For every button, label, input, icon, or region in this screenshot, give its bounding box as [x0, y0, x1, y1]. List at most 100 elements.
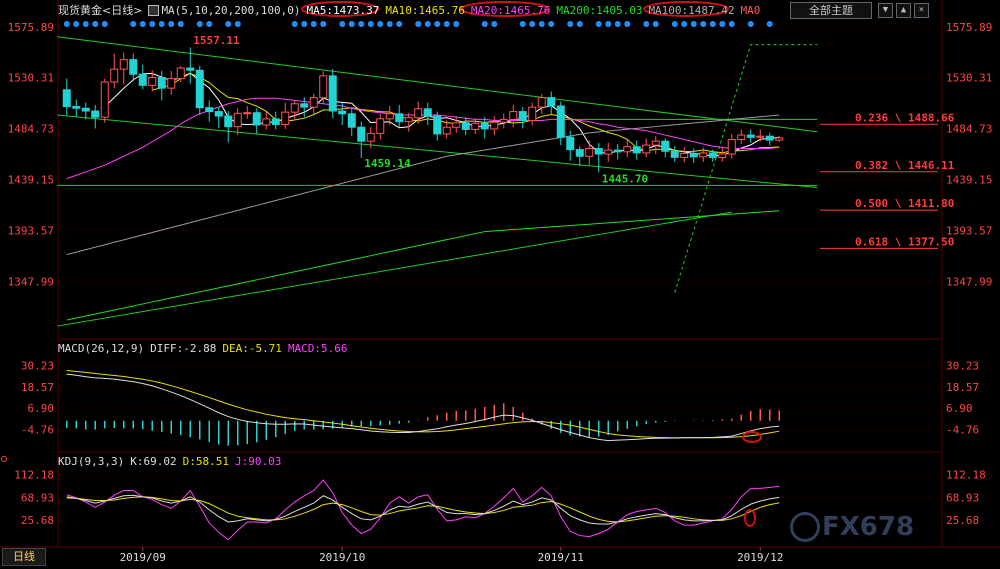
candle-body	[509, 111, 518, 120]
signal-dot	[82, 21, 89, 27]
signal-dot	[386, 21, 393, 27]
ma-line-ma20	[66, 97, 780, 180]
candle-body	[642, 144, 651, 154]
price-y-tick-right: 1575.89	[946, 21, 992, 34]
signal-dot	[491, 21, 498, 27]
close-button[interactable]: ×	[914, 3, 929, 18]
price-y-tick-left: 1530.31	[8, 72, 54, 85]
signal-dot	[291, 21, 298, 27]
candle-body	[233, 112, 242, 128]
kdj-y-tick-left: 25.68	[21, 514, 54, 527]
candle-body	[224, 115, 233, 128]
kdj-y-tick-left: 68.93	[21, 491, 54, 504]
candle-body	[442, 126, 451, 135]
candle-body	[366, 132, 375, 142]
signal-dot	[415, 21, 422, 27]
signal-dot	[567, 21, 574, 27]
ma100-value: MA100:1487.42	[648, 3, 735, 17]
signal-dot	[63, 21, 70, 27]
signal-dot	[92, 21, 99, 27]
fib-label: 0.500 \ 1411.80	[855, 197, 954, 210]
price-y-tick-left: 1393.57	[8, 224, 54, 237]
price-annotation: 1557.11	[193, 34, 240, 47]
candle-body	[62, 89, 71, 108]
signal-dot	[196, 21, 203, 27]
ma200-value: MA200:1405.03	[556, 3, 643, 17]
candle-body	[604, 149, 613, 155]
price-y-tick-left: 1484.73	[8, 123, 54, 136]
macd-y-tick-left: 30.23	[21, 360, 54, 373]
macd-y-tick-right: 6.90	[946, 402, 973, 415]
candle-body	[328, 75, 337, 112]
signal-dot	[519, 21, 526, 27]
macd-y-tick-right: 18.57	[946, 381, 979, 394]
axis-layer: 1575.89 1575.89 1530.31 1530.31 1484.73 1484.…	[1, 1, 992, 564]
candle-body	[300, 103, 309, 108]
candle-body	[528, 106, 537, 122]
candle-body	[680, 152, 689, 158]
signal-dot	[310, 21, 317, 27]
signal-dot	[643, 21, 650, 27]
candle-body	[490, 121, 499, 130]
signal-dot	[709, 21, 716, 27]
x-tick-label: 2019/10	[319, 551, 365, 564]
watermark-logo-icon	[790, 512, 820, 542]
period-label: <日线>	[102, 4, 143, 17]
kdj-y-tick-right: 68.93	[946, 491, 979, 504]
signal-dot	[234, 21, 241, 27]
ma0-value: MA0	[740, 3, 761, 17]
price-y-tick-right: 1484.73	[946, 123, 992, 136]
candle-body	[452, 122, 461, 128]
signal-dot	[367, 21, 374, 27]
x-tick-label: 2019/09	[120, 551, 166, 564]
kdj-name: KDJ(9,3,3)	[58, 455, 125, 468]
theme-button[interactable]: 全部主题	[790, 2, 872, 19]
signal-dot	[358, 21, 365, 27]
signal-dot	[605, 21, 612, 27]
candle-body	[566, 136, 575, 151]
signal-dot	[168, 21, 175, 27]
scroll-down-button[interactable]: ▼	[878, 3, 893, 18]
candle-body	[271, 118, 280, 125]
signal-dot	[130, 21, 137, 27]
candle-body	[756, 135, 765, 138]
candle-body	[100, 81, 109, 118]
macd-y-tick-left: 6.90	[28, 402, 55, 415]
signal-dot	[595, 21, 602, 27]
candle-body	[385, 113, 394, 120]
kdj-panel	[66, 479, 780, 541]
signal-dot	[671, 21, 678, 27]
macd-y-tick-left: 18.57	[21, 381, 54, 394]
signal-dot	[728, 21, 735, 27]
macd-diff-line	[66, 373, 780, 442]
candle-body	[471, 122, 480, 130]
x-tick-label: 2019/12	[737, 551, 783, 564]
kdj-j-line	[66, 479, 780, 541]
price-annotation: 1445.70	[602, 172, 648, 185]
signal-dot	[339, 21, 346, 27]
candle-body	[309, 97, 318, 108]
candle-body	[357, 126, 366, 142]
candle-body	[708, 152, 717, 158]
candle-body	[499, 118, 508, 123]
macd-diff: DIFF:-2.88	[150, 342, 217, 355]
signal-dot	[320, 21, 327, 27]
candle-body	[613, 149, 622, 153]
candle-body	[632, 146, 641, 154]
candle-body	[119, 59, 128, 70]
kdj-y-tick-right: 25.68	[946, 514, 979, 527]
signal-dot	[225, 21, 232, 27]
scroll-up-button[interactable]: ▲	[896, 3, 911, 18]
period-tab[interactable]: 日线	[2, 548, 46, 566]
ma-toggle-icon[interactable]	[148, 5, 160, 16]
signal-dot	[652, 21, 659, 27]
x-tick-label: 2019/11	[538, 551, 584, 564]
signal-dot	[396, 21, 403, 27]
fib-label: 0.382 \ 1446.11	[855, 159, 955, 172]
trend-line	[57, 211, 732, 327]
signal-dot	[576, 21, 583, 27]
price-legend: 现货黄金 <日线> MA(5,10,20,200,100,0) MA5:1473.…	[58, 2, 760, 18]
price-y-tick-left: 1575.89	[8, 21, 54, 34]
chart-canvas: 0.236 \ 1488.66 0.382 \ 1446.11 0.500 \ 14…	[0, 0, 1000, 564]
candle-body	[727, 139, 736, 155]
